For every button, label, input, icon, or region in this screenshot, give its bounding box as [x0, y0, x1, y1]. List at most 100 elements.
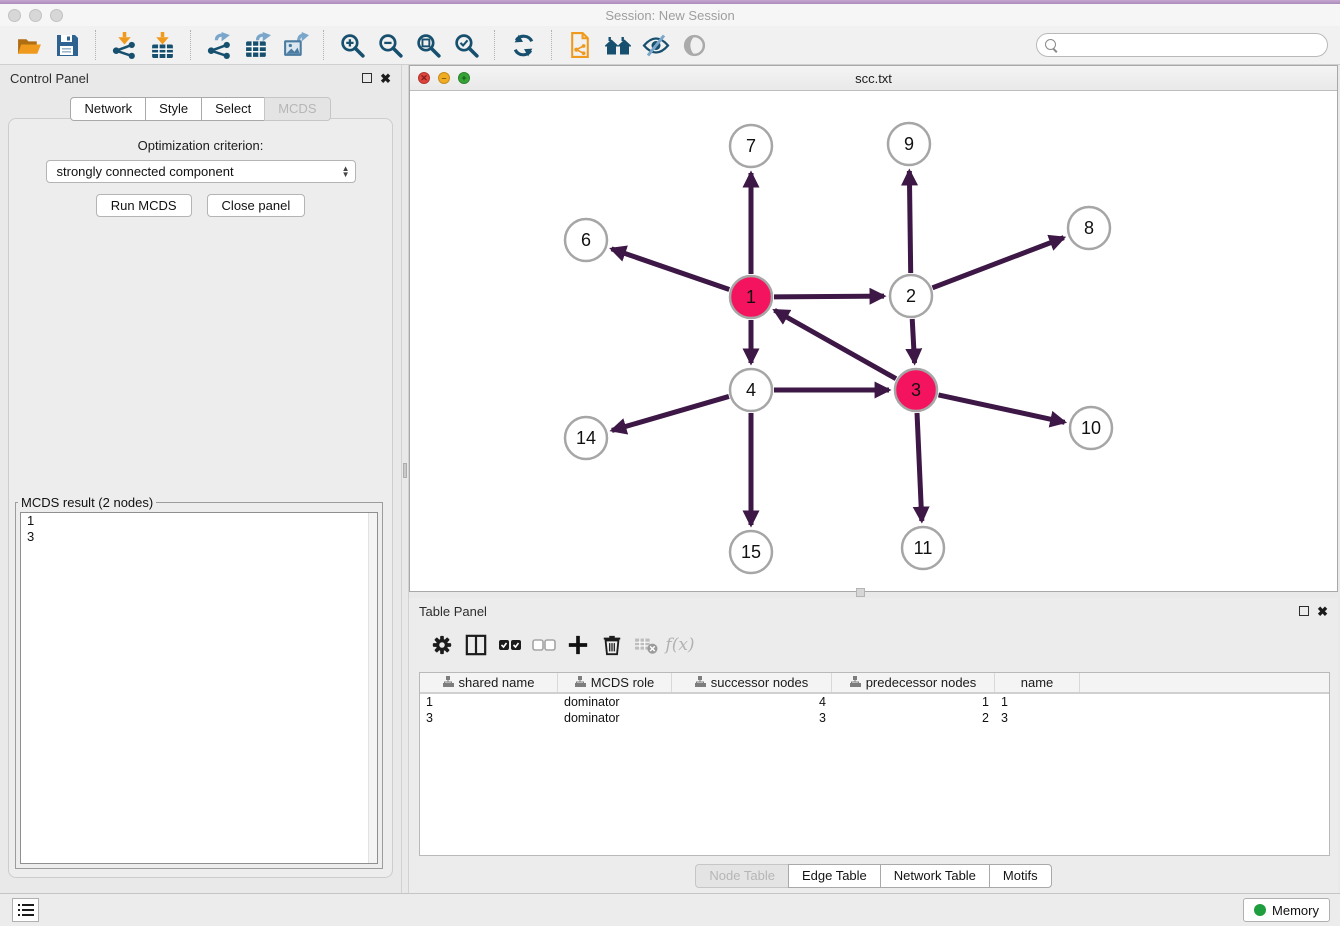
tab-network-table[interactable]: Network Table	[880, 864, 990, 888]
graph-node-2[interactable]: 2	[890, 275, 932, 317]
bird-view-eye-icon[interactable]	[678, 30, 710, 60]
cell-successor-nodes[interactable]: 3	[672, 711, 832, 725]
run-mcds-button[interactable]: Run MCDS	[96, 194, 192, 217]
table-settings-gear-icon[interactable]	[425, 630, 459, 660]
tab-mcds[interactable]: MCDS	[264, 97, 330, 121]
zoom-in-icon[interactable]	[336, 30, 368, 60]
zoom-out-icon[interactable]	[374, 30, 406, 60]
create-column-plus-icon[interactable]	[561, 630, 595, 660]
column-header-name[interactable]: name	[995, 673, 1080, 692]
cell-MCDS-role[interactable]: dominator	[558, 711, 672, 725]
column-header-shared-name[interactable]: shared name	[420, 673, 558, 692]
network-window-titlebar[interactable]: ✕ – + scc.txt	[410, 66, 1337, 91]
graph-node-3[interactable]: 3	[895, 369, 937, 411]
open-session-icon[interactable]	[13, 30, 45, 60]
clone-network-icon[interactable]	[564, 30, 596, 60]
column-header-successor-nodes[interactable]: successor nodes	[672, 673, 832, 692]
criterion-value: strongly connected component	[57, 164, 234, 179]
network-view-window: ✕ – + scc.txt 7 9 6 8 1 2 4 3 14 10 15 11	[409, 65, 1338, 592]
graphics-details-eye-icon[interactable]	[640, 30, 672, 60]
tab-network[interactable]: Network	[70, 97, 146, 121]
graph-edge-3-11[interactable]	[917, 413, 922, 521]
tab-select[interactable]: Select	[201, 97, 265, 121]
right-column: ✕ – + scc.txt 7968124314101511 Table Pan…	[409, 65, 1340, 893]
graph-node-11[interactable]: 11	[902, 527, 944, 569]
cell-shared-name[interactable]: 3	[420, 711, 558, 725]
graph-node-8[interactable]: 8	[1068, 207, 1110, 249]
tab-edge-table[interactable]: Edge Table	[788, 864, 881, 888]
cell-name[interactable]: 3	[995, 711, 1080, 725]
graph-edge-2-8[interactable]	[932, 238, 1063, 288]
splitter-grip[interactable]	[403, 463, 407, 478]
browser-home-icon[interactable]	[602, 30, 634, 60]
tab-node-table[interactable]: Node Table	[695, 864, 789, 888]
graph-node-7[interactable]: 7	[730, 125, 772, 167]
export-table-icon[interactable]	[241, 30, 273, 60]
graph-node-15[interactable]: 15	[730, 531, 772, 573]
export-network-icon[interactable]	[203, 30, 235, 60]
memory-status-dot	[1254, 904, 1266, 916]
graph-edge-1-6[interactable]	[612, 249, 730, 290]
zoom-selected-icon[interactable]	[450, 30, 482, 60]
svg-text:2: 2	[906, 286, 916, 306]
float-panel-icon[interactable]	[1299, 606, 1309, 616]
graph-edge-2-9[interactable]	[909, 171, 910, 273]
cell-predecessor-nodes[interactable]: 1	[832, 695, 995, 709]
network-canvas[interactable]: 7 9 6 8 1 2 4 3 14 10 15 11	[410, 91, 1337, 591]
graph-edge-2-3[interactable]	[912, 319, 914, 363]
function-builder-icon[interactable]: f(x)	[663, 630, 697, 660]
delete-table-icon[interactable]	[629, 630, 663, 660]
splitter-grip[interactable]	[856, 588, 865, 597]
cell-shared-name[interactable]: 1	[420, 695, 558, 709]
memory-button[interactable]: Memory	[1243, 898, 1330, 922]
cell-MCDS-role[interactable]: dominator	[558, 695, 672, 709]
search-icon	[1045, 39, 1058, 52]
import-table-icon[interactable]	[146, 30, 178, 60]
close-panel-button[interactable]: Close panel	[207, 194, 306, 217]
graph-edge-3-1[interactable]	[775, 310, 896, 378]
network-graph[interactable]: 7 9 6 8 1 2 4 3 14 10 15 11	[410, 91, 1339, 591]
tab-style[interactable]: Style	[145, 97, 202, 121]
float-panel-icon[interactable]	[362, 73, 372, 83]
table-panel-tabs: Node TableEdge TableNetwork TableMotifs	[409, 864, 1338, 888]
graph-node-14[interactable]: 14	[565, 417, 607, 459]
close-panel-icon[interactable]: ✖	[1317, 605, 1328, 618]
refresh-icon[interactable]	[507, 30, 539, 60]
deselect-all-checkboxes-icon[interactable]	[527, 630, 561, 660]
show-columns-icon[interactable]	[459, 630, 493, 660]
zoom-fit-icon[interactable]	[412, 30, 444, 60]
cell-successor-nodes[interactable]: 4	[672, 695, 832, 709]
export-image-icon[interactable]	[279, 30, 311, 60]
result-scrollbar[interactable]	[368, 513, 377, 863]
svg-text:6: 6	[581, 230, 591, 250]
tab-motifs[interactable]: Motifs	[989, 864, 1052, 888]
graph-node-10[interactable]: 10	[1070, 407, 1112, 449]
graph-edge-3-10[interactable]	[938, 395, 1064, 422]
cell-name[interactable]: 1	[995, 695, 1080, 709]
mcds-result-list[interactable]: 13	[20, 512, 378, 864]
delete-column-trash-icon[interactable]	[595, 630, 629, 660]
search-input[interactable]	[1063, 38, 1327, 53]
save-session-icon[interactable]	[51, 30, 83, 60]
task-history-button[interactable]	[12, 898, 39, 922]
graph-edge-1-2[interactable]	[774, 296, 884, 297]
graph-edge-4-14[interactable]	[612, 396, 729, 430]
graph-node-6[interactable]: 6	[565, 219, 607, 261]
column-header-predecessor-nodes[interactable]: predecessor nodes	[832, 673, 995, 692]
search-field[interactable]	[1036, 33, 1328, 57]
svg-text:14: 14	[576, 428, 596, 448]
table-row[interactable]: 3dominator323	[420, 710, 1329, 726]
cell-predecessor-nodes[interactable]: 2	[832, 711, 995, 725]
graph-node-9[interactable]: 9	[888, 123, 930, 165]
app-titlebar: Session: New Session	[0, 4, 1340, 26]
graph-node-4[interactable]: 4	[730, 369, 772, 411]
import-network-icon[interactable]	[108, 30, 140, 60]
select-all-checkboxes-icon[interactable]	[493, 630, 527, 660]
vertical-splitter[interactable]	[401, 65, 409, 893]
close-panel-icon[interactable]: ✖	[380, 72, 391, 85]
sort-tree-icon	[443, 675, 454, 690]
graph-node-1[interactable]: 1	[730, 276, 772, 318]
table-row[interactable]: 1dominator411	[420, 694, 1329, 710]
criterion-select[interactable]: strongly connected component ▲▼	[46, 160, 356, 183]
column-header-MCDS-role[interactable]: MCDS role	[558, 673, 672, 692]
